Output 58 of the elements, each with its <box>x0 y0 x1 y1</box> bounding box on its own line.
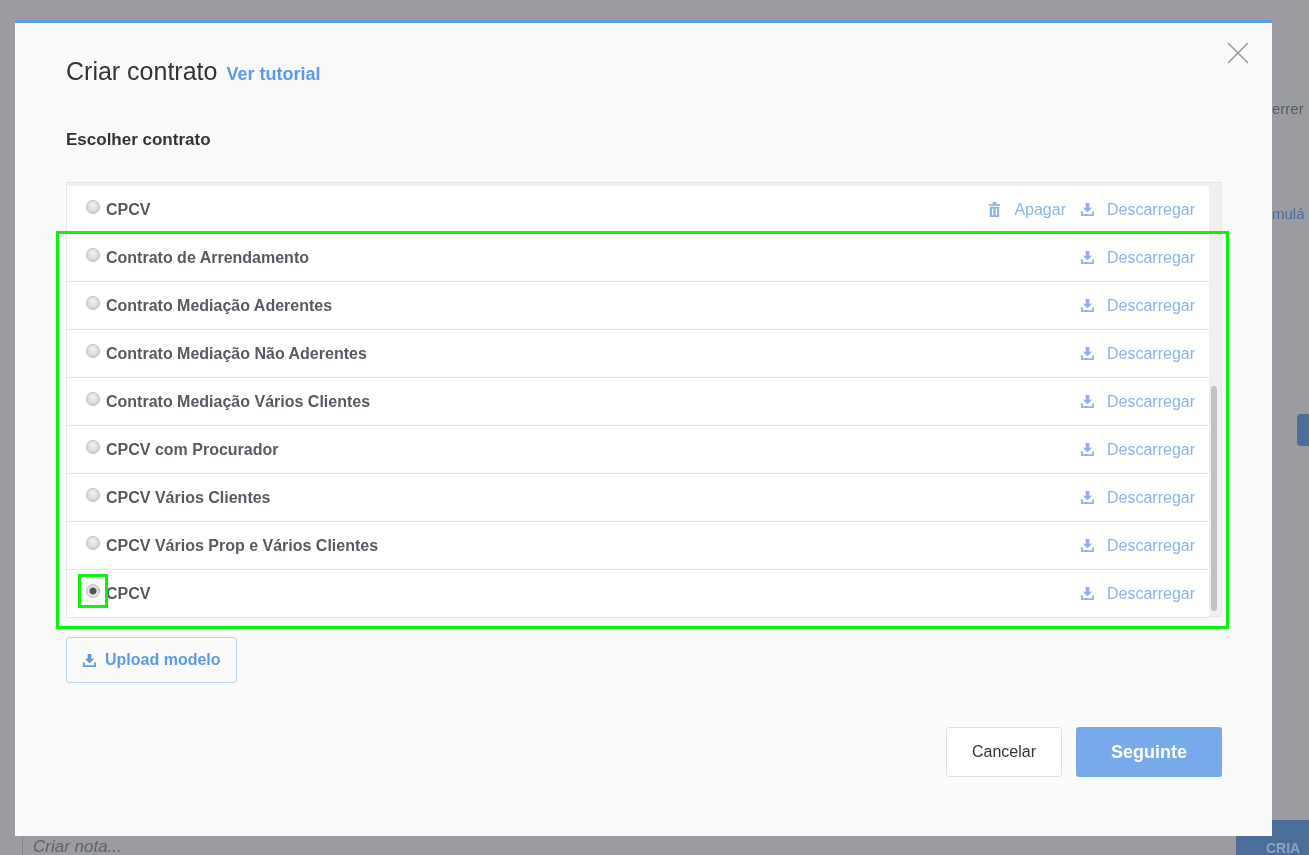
download-link[interactable]: Descarregar <box>1079 296 1195 315</box>
contract-name: Contrato de Arrendamento <box>106 248 309 267</box>
contract-name: CPCV Vários Clientes <box>106 488 271 507</box>
trash-icon <box>987 202 1003 217</box>
download-link[interactable]: Descarregar <box>1079 584 1195 603</box>
download-link[interactable]: Descarregar <box>1079 392 1195 411</box>
contract-row[interactable]: CPCV Descarregar <box>67 570 1209 618</box>
contract-name: CPCV com Procurador <box>106 440 279 459</box>
radio-button[interactable] <box>86 391 100 406</box>
radio-button[interactable] <box>86 247 100 262</box>
radio-button[interactable] <box>86 439 100 454</box>
contract-name: CPCV Vários Prop e Vários Clientes <box>106 536 379 555</box>
contract-name: Contrato Mediação Não Aderentes <box>106 344 367 363</box>
contract-row[interactable]: CPCV com Procurador Descarregar <box>67 426 1209 474</box>
background-text: mulá <box>1272 205 1305 222</box>
scrollbar-thumb[interactable] <box>1211 386 1217 611</box>
radio-button[interactable] <box>86 583 100 598</box>
download-icon <box>1079 586 1095 601</box>
contract-row[interactable]: CPCV Apagar Descarregar <box>67 186 1209 234</box>
download-icon <box>1079 202 1095 217</box>
contract-row[interactable]: CPCV Vários Prop e Vários Clientes Descarregar <box>67 522 1209 570</box>
contract-row[interactable]: Contrato Mediação Não Aderentes Descarregar <box>67 330 1209 378</box>
delete-link[interactable]: Apagar <box>987 200 1066 219</box>
close-icon[interactable] <box>1226 41 1250 65</box>
download-icon <box>1079 346 1095 361</box>
radio-button[interactable] <box>86 343 100 358</box>
radio-button[interactable] <box>86 295 100 310</box>
download-icon <box>1079 394 1095 409</box>
radio-button[interactable] <box>86 535 100 550</box>
download-link[interactable]: Descarregar <box>1079 440 1195 459</box>
contract-name: CPCV <box>106 584 151 603</box>
section-label: Escolher contrato <box>66 130 212 150</box>
download-link[interactable]: Descarregar <box>1079 248 1195 267</box>
contract-name: Contrato Mediação Aderentes <box>106 296 333 315</box>
download-link[interactable]: Descarregar <box>1079 344 1195 363</box>
download-icon <box>1079 538 1095 553</box>
upload-icon <box>82 652 97 668</box>
next-button[interactable]: Seguinte <box>1076 727 1222 777</box>
background-text: errer <box>1272 100 1304 117</box>
contract-row[interactable]: Contrato Mediação Aderentes Descarregar <box>67 282 1209 330</box>
download-link[interactable]: Descarregar <box>1079 536 1195 555</box>
tutorial-link[interactable]: Ver tutorial <box>226 64 321 85</box>
dialog-title: Criar contrato <box>66 57 218 86</box>
download-icon <box>1079 442 1095 457</box>
download-link[interactable]: Descarregar <box>1079 200 1195 219</box>
upload-button[interactable]: Upload modelo <box>66 637 237 683</box>
download-icon <box>1079 250 1095 265</box>
contract-row[interactable]: Contrato de Arrendamento Descarregar <box>67 234 1209 282</box>
download-icon <box>1079 298 1095 313</box>
contract-name: Contrato Mediação Vários Clientes <box>106 392 371 411</box>
cancel-button[interactable]: Cancelar <box>946 727 1062 777</box>
contract-name: CPCV <box>106 200 151 219</box>
download-icon <box>1079 490 1095 505</box>
contract-row[interactable]: Contrato Mediação Vários Clientes Descarregar <box>67 378 1209 426</box>
download-link[interactable]: Descarregar <box>1079 488 1195 507</box>
radio-button[interactable] <box>86 199 100 214</box>
radio-button[interactable] <box>86 487 100 502</box>
contract-row[interactable]: CPCV Vários Clientes Descarregar <box>67 474 1209 522</box>
